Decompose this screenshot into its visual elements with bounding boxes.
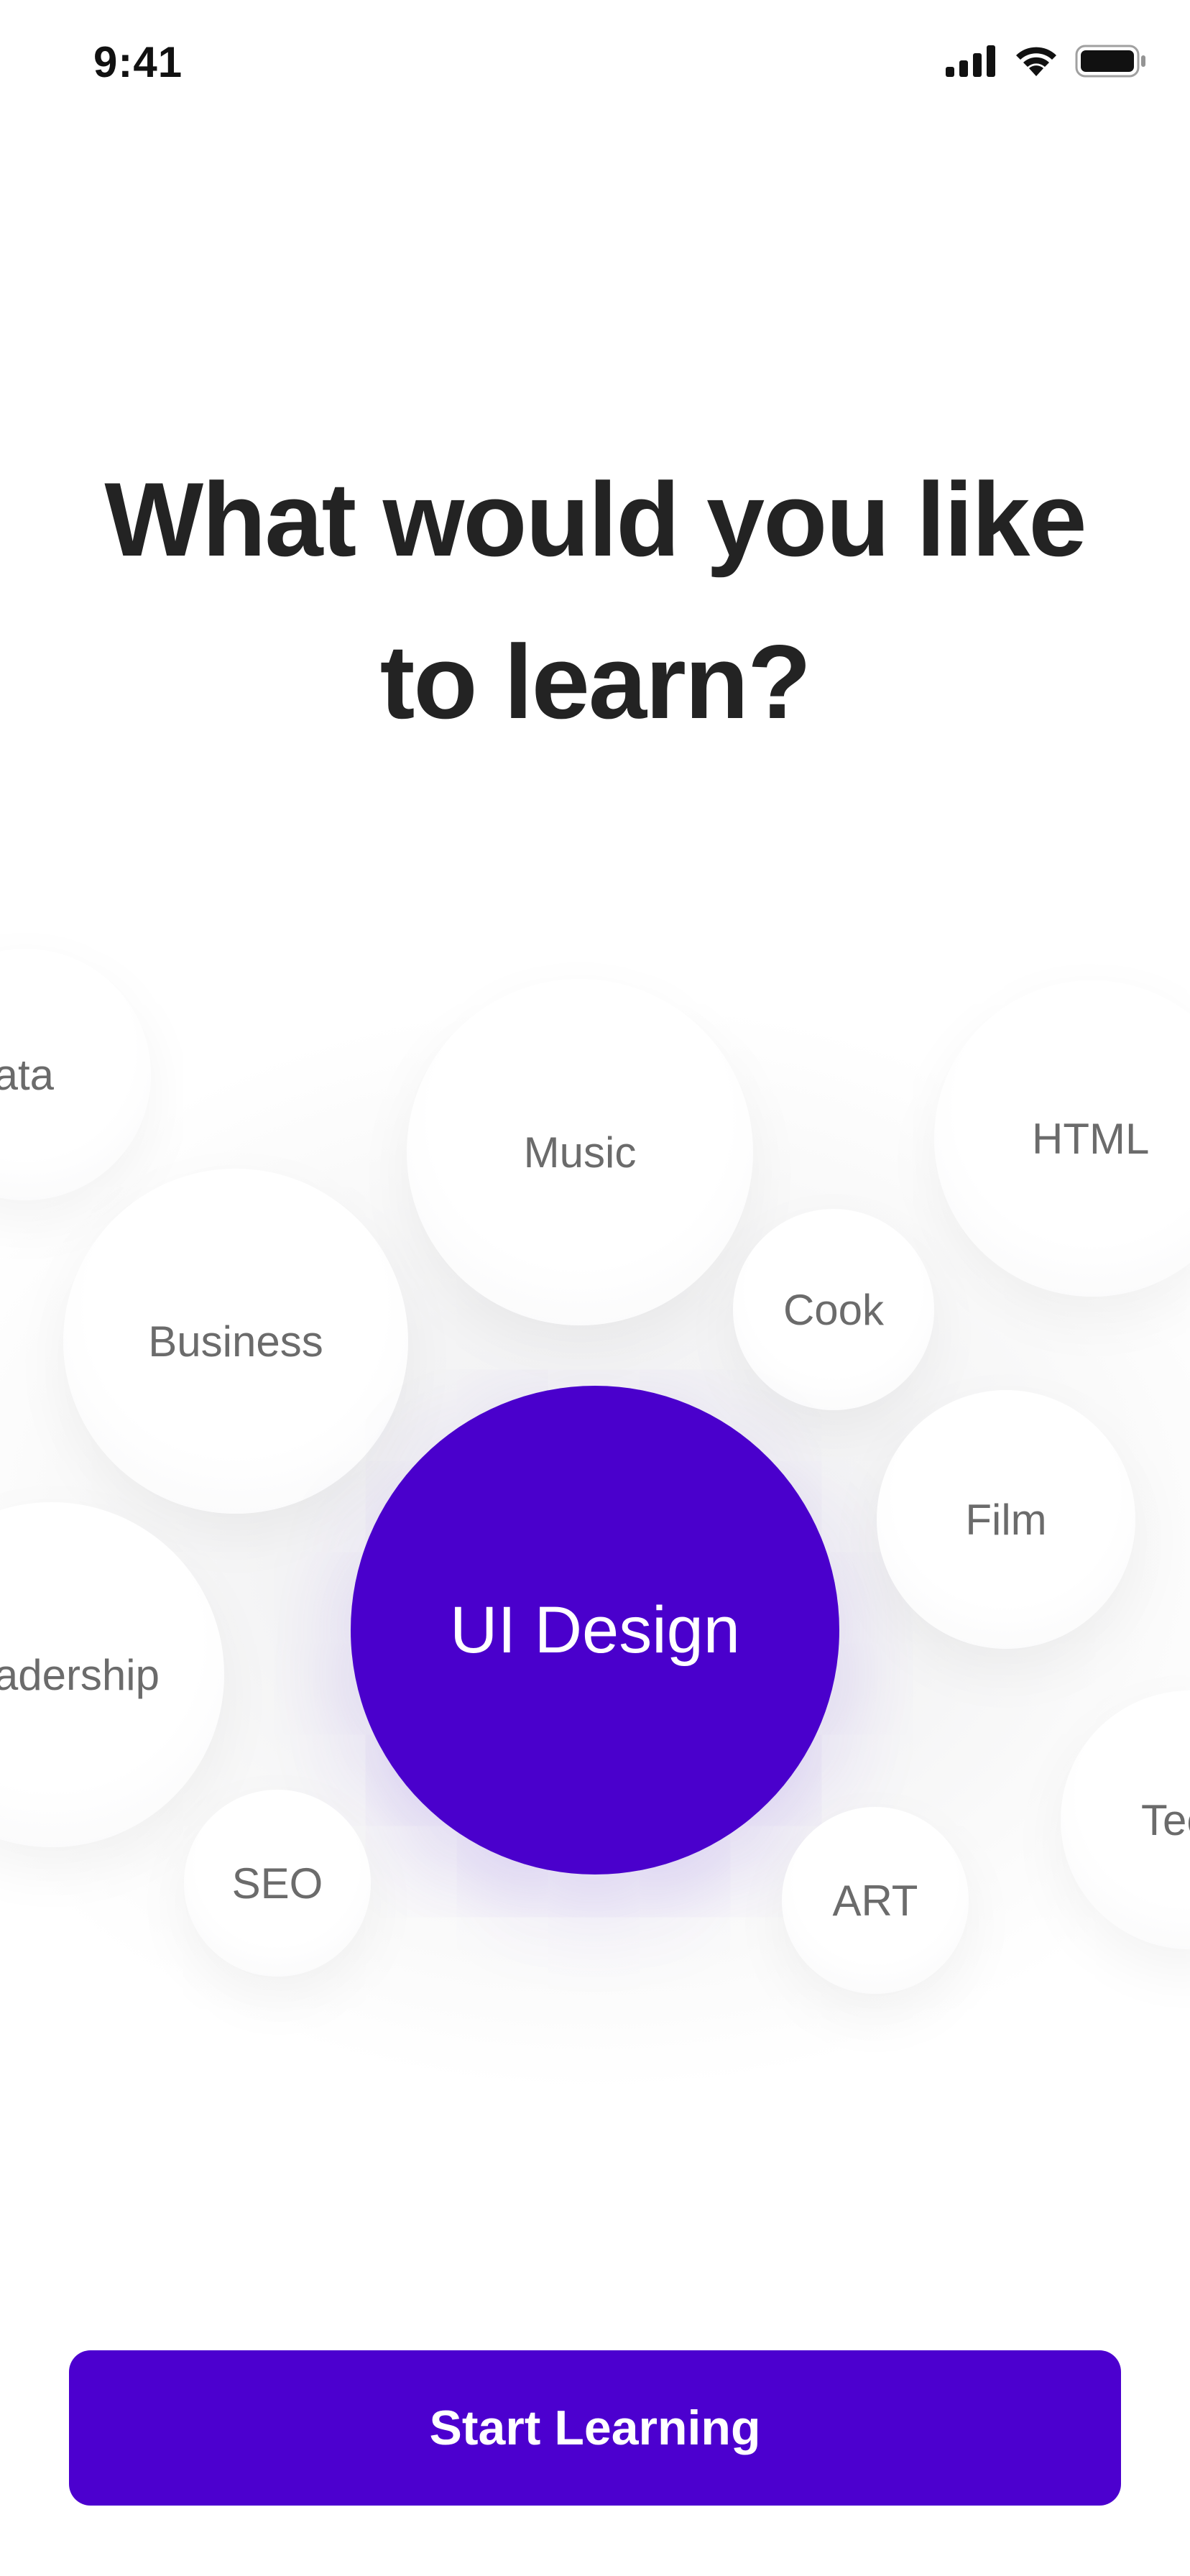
topic-label: Business: [148, 1317, 323, 1366]
topic-bubble-business[interactable]: Business: [63, 1169, 408, 1514]
topic-bubble-ui-design[interactable]: UI Design: [351, 1386, 839, 1874]
topic-bubble-leadership[interactable]: Leadership: [0, 1502, 224, 1847]
wifi-icon: [1016, 47, 1056, 76]
cellular-signal-icon: [946, 45, 995, 77]
topic-bubble-cook[interactable]: Cook: [733, 1209, 934, 1410]
topic-bubble-field: Data Music HTML Business Cook UI Design …: [0, 791, 1190, 2192]
topic-bubble-seo[interactable]: SEO: [184, 1790, 371, 1977]
status-time: 9:41: [93, 38, 183, 86]
status-icons: [946, 45, 1147, 78]
topic-bubble-tech[interactable]: Tech: [1061, 1690, 1190, 1949]
topic-label: UI Design: [450, 1593, 740, 1667]
topic-bubble-html[interactable]: HTML: [934, 980, 1190, 1297]
topic-label: Music: [523, 1128, 637, 1177]
topic-label: Film: [965, 1495, 1047, 1544]
topic-label: SEO: [231, 1859, 323, 1908]
start-learning-button[interactable]: Start Learning: [69, 2350, 1121, 2506]
topic-bubble-music[interactable]: Music: [407, 979, 753, 1325]
topic-label: HTML: [1032, 1114, 1150, 1163]
topic-label: ART: [832, 1876, 918, 1925]
topic-bubble-film[interactable]: Film: [877, 1390, 1135, 1649]
topic-label: Tech: [1141, 1795, 1190, 1844]
topic-bubble-data[interactable]: Data: [0, 949, 151, 1200]
page-title-line-2: to learn?: [379, 623, 812, 740]
page-title: What would you like to learn?: [0, 438, 1190, 763]
page-title-line-1: What would you like: [104, 461, 1087, 578]
status-bar: 9:41: [0, 0, 1190, 129]
topic-label: Cook: [783, 1285, 885, 1334]
topic-label: Leadership: [0, 1650, 160, 1699]
topic-label: Data: [0, 1050, 54, 1099]
topic-bubble-art[interactable]: ART: [782, 1807, 969, 1994]
battery-icon: [1075, 45, 1145, 78]
